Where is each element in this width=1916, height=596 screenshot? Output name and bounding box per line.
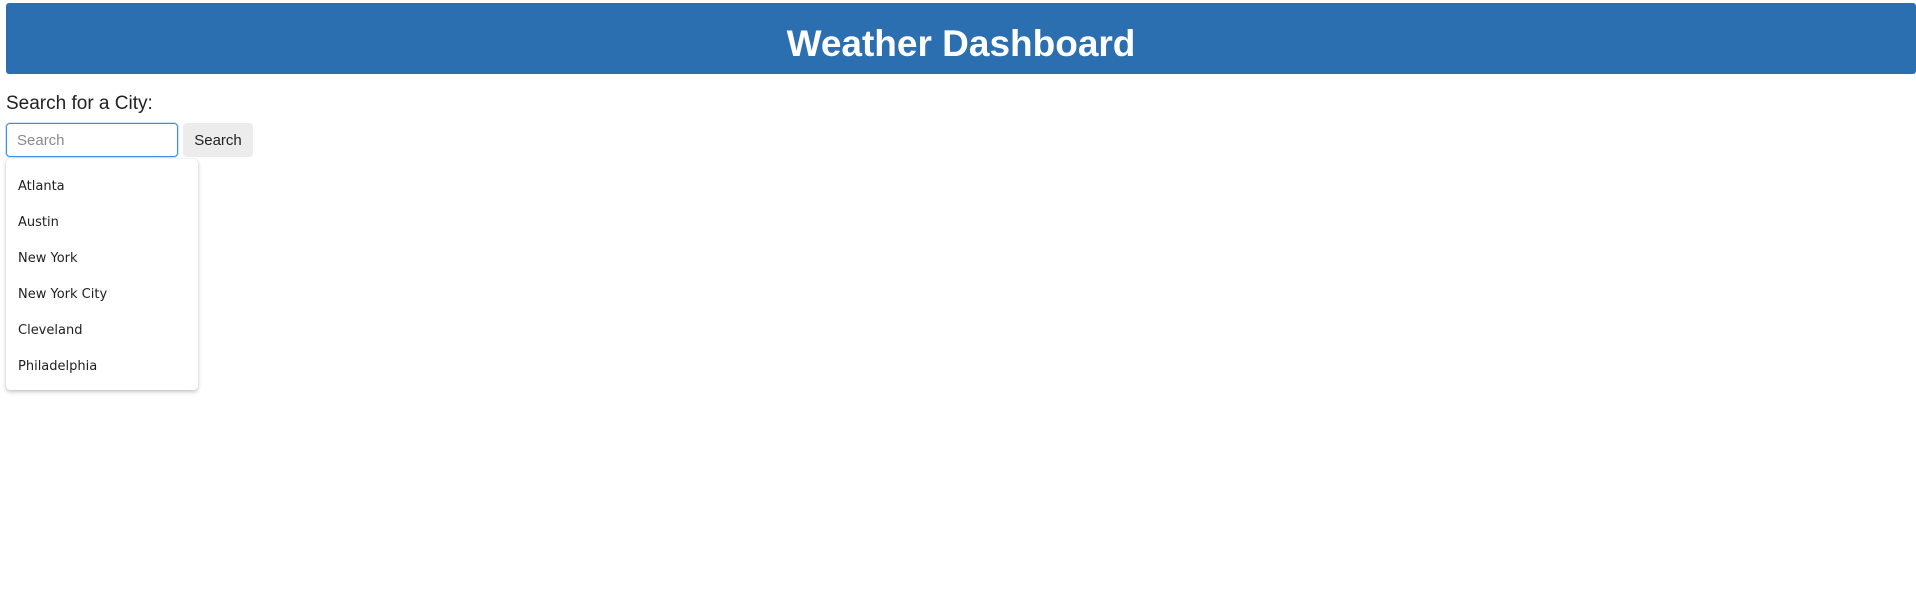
header-banner: Weather Dashboard [6,3,1916,74]
search-label: Search for a City: [6,93,153,114]
suggestion-item[interactable]: Austin [6,205,198,241]
page-title: Weather Dashboard [786,23,1136,64]
search-button[interactable]: Search [183,123,253,157]
autocomplete-dropdown: Atlanta Austin New York New York City Cl… [6,159,198,390]
suggestion-item[interactable]: Cleveland [6,313,198,349]
suggestion-item[interactable]: Atlanta [6,169,198,205]
suggestion-item[interactable]: New York City [6,277,198,313]
search-input[interactable] [6,123,178,157]
suggestion-item[interactable]: New York [6,241,198,277]
page: Weather Dashboard Search for a City: Sea… [0,0,1916,596]
suggestion-item[interactable]: Philadelphia [6,349,198,385]
search-row: Search [6,123,253,157]
